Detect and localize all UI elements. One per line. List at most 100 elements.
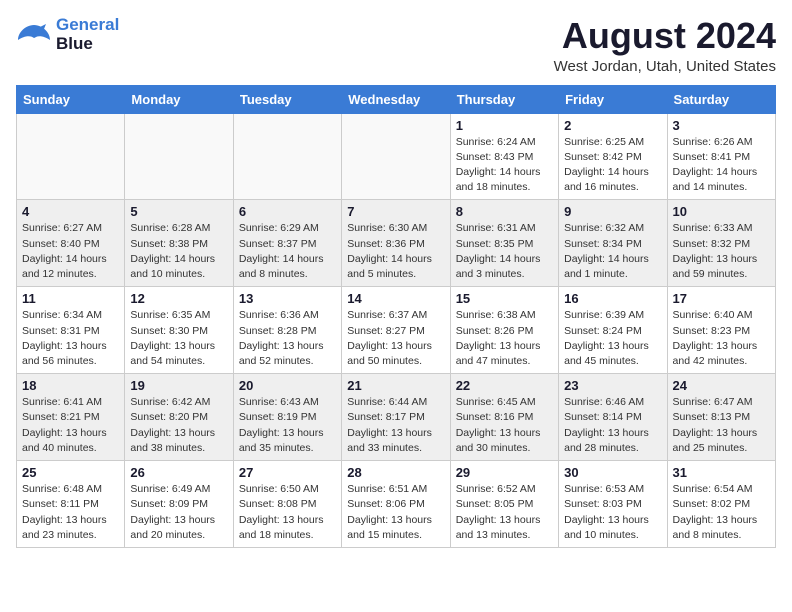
calendar-cell: 13Sunrise: 6:36 AMSunset: 8:28 PMDayligh… [233,287,341,374]
weekday-header-row: SundayMondayTuesdayWednesdayThursdayFrid… [17,85,776,113]
day-info: Sunrise: 6:26 AMSunset: 8:41 PMDaylight:… [673,135,770,196]
day-info: Sunrise: 6:33 AMSunset: 8:32 PMDaylight:… [673,221,770,282]
day-info: Sunrise: 6:24 AMSunset: 8:43 PMDaylight:… [456,135,553,196]
calendar-cell: 9 Sunrise: 6:32 AMSunset: 8:34 PMDaylight… [559,200,667,287]
day-info: Sunrise: 6:28 AMSunset: 8:38 PMDaylight:… [130,221,227,282]
day-info: Sunrise: 6:32 AMSunset: 8:34 PMDaylight:… [564,221,661,282]
calendar-cell: 23 Sunrise: 6:46 AMSunset: 8:14 PMDayligh… [559,374,667,461]
calendar-cell [233,113,341,200]
subtitle: West Jordan, Utah, United States [554,58,776,75]
day-number: 18 [22,378,119,393]
day-number: 7 [347,204,444,219]
calendar-cell: 25 Sunrise: 6:48 AMSunset: 8:11 PMDayligh… [17,461,125,548]
calendar-cell [342,113,450,200]
calendar: SundayMondayTuesdayWednesdayThursdayFrid… [16,85,776,548]
title-block: August 2024 West Jordan, Utah, United St… [554,16,776,75]
day-number: 12 [130,291,227,306]
calendar-week-row: 4Sunrise: 6:27 AMSunset: 8:40 PMDaylight… [17,200,776,287]
calendar-cell: 14Sunrise: 6:37 AMSunset: 8:27 PMDayligh… [342,287,450,374]
day-number: 15 [456,291,553,306]
day-number: 10 [673,204,770,219]
calendar-cell: 3 Sunrise: 6:26 AMSunset: 8:41 PMDaylight… [667,113,775,200]
calendar-cell: 6Sunrise: 6:29 AMSunset: 8:37 PMDaylight… [233,200,341,287]
day-info: Sunrise: 6:50 AMSunset: 8:08 PMDaylight:… [239,482,336,543]
day-number: 29 [456,465,553,480]
calendar-week-row: 25 Sunrise: 6:48 AMSunset: 8:11 PMDayligh… [17,461,776,548]
calendar-cell: 15 Sunrise: 6:38 AMSunset: 8:26 PMDayligh… [450,287,558,374]
day-info: Sunrise: 6:30 AMSunset: 8:36 PMDaylight:… [347,221,444,282]
day-number: 26 [130,465,227,480]
day-number: 6 [239,204,336,219]
calendar-cell: 17 Sunrise: 6:40 AMSunset: 8:23 PMDayligh… [667,287,775,374]
day-info: Sunrise: 6:43 AMSunset: 8:19 PMDaylight:… [239,395,336,456]
day-info: Sunrise: 6:31 AMSunset: 8:35 PMDaylight:… [456,221,553,282]
day-info: Sunrise: 6:25 AMSunset: 8:42 PMDaylight:… [564,135,661,196]
calendar-cell: 10 Sunrise: 6:33 AMSunset: 8:32 PMDayligh… [667,200,775,287]
calendar-week-row: 1 Sunrise: 6:24 AMSunset: 8:43 PMDaylight… [17,113,776,200]
day-info: Sunrise: 6:41 AMSunset: 8:21 PMDaylight:… [22,395,119,456]
day-number: 1 [456,118,553,133]
day-number: 22 [456,378,553,393]
day-number: 28 [347,465,444,480]
calendar-cell: 11Sunrise: 6:34 AMSunset: 8:31 PMDayligh… [17,287,125,374]
calendar-cell: 20 Sunrise: 6:43 AMSunset: 8:19 PMDayligh… [233,374,341,461]
day-number: 30 [564,465,661,480]
weekday-header: Thursday [450,85,558,113]
day-number: 2 [564,118,661,133]
calendar-cell: 12 Sunrise: 6:35 AMSunset: 8:30 PMDayligh… [125,287,233,374]
calendar-cell: 8Sunrise: 6:31 AMSunset: 8:35 PMDaylight… [450,200,558,287]
day-number: 19 [130,378,227,393]
weekday-header: Saturday [667,85,775,113]
calendar-week-row: 11Sunrise: 6:34 AMSunset: 8:31 PMDayligh… [17,287,776,374]
calendar-cell: 5 Sunrise: 6:28 AMSunset: 8:38 PMDaylight… [125,200,233,287]
calendar-cell: 29Sunrise: 6:52 AMSunset: 8:05 PMDayligh… [450,461,558,548]
calendar-cell: 1 Sunrise: 6:24 AMSunset: 8:43 PMDaylight… [450,113,558,200]
weekday-header: Friday [559,85,667,113]
calendar-cell: 30 Sunrise: 6:53 AMSunset: 8:03 PMDayligh… [559,461,667,548]
day-number: 17 [673,291,770,306]
day-info: Sunrise: 6:54 AMSunset: 8:02 PMDaylight:… [673,482,770,543]
day-info: Sunrise: 6:38 AMSunset: 8:26 PMDaylight:… [456,308,553,369]
day-info: Sunrise: 6:47 AMSunset: 8:13 PMDaylight:… [673,395,770,456]
calendar-cell: 7 Sunrise: 6:30 AMSunset: 8:36 PMDaylight… [342,200,450,287]
calendar-cell: 27 Sunrise: 6:50 AMSunset: 8:08 PMDayligh… [233,461,341,548]
calendar-cell: 28 Sunrise: 6:51 AMSunset: 8:06 PMDayligh… [342,461,450,548]
calendar-cell [17,113,125,200]
day-number: 3 [673,118,770,133]
day-info: Sunrise: 6:27 AMSunset: 8:40 PMDaylight:… [22,221,119,282]
day-number: 11 [22,291,119,306]
weekday-header: Monday [125,85,233,113]
day-info: Sunrise: 6:42 AMSunset: 8:20 PMDaylight:… [130,395,227,456]
weekday-header: Wednesday [342,85,450,113]
day-info: Sunrise: 6:35 AMSunset: 8:30 PMDaylight:… [130,308,227,369]
calendar-cell: 18 Sunrise: 6:41 AMSunset: 8:21 PMDayligh… [17,374,125,461]
day-info: Sunrise: 6:48 AMSunset: 8:11 PMDaylight:… [22,482,119,543]
logo-text: General Blue [56,16,119,53]
day-info: Sunrise: 6:36 AMSunset: 8:28 PMDaylight:… [239,308,336,369]
day-number: 27 [239,465,336,480]
day-info: Sunrise: 6:49 AMSunset: 8:09 PMDaylight:… [130,482,227,543]
day-number: 24 [673,378,770,393]
day-number: 9 [564,204,661,219]
day-number: 5 [130,204,227,219]
calendar-cell: 22Sunrise: 6:45 AMSunset: 8:16 PMDayligh… [450,374,558,461]
logo-icon [16,20,52,50]
calendar-cell: 26 Sunrise: 6:49 AMSunset: 8:09 PMDayligh… [125,461,233,548]
day-number: 23 [564,378,661,393]
day-number: 21 [347,378,444,393]
weekday-header: Tuesday [233,85,341,113]
page-header: General Blue August 2024 West Jordan, Ut… [16,16,776,75]
day-info: Sunrise: 6:40 AMSunset: 8:23 PMDaylight:… [673,308,770,369]
calendar-cell: 16Sunrise: 6:39 AMSunset: 8:24 PMDayligh… [559,287,667,374]
day-info: Sunrise: 6:39 AMSunset: 8:24 PMDaylight:… [564,308,661,369]
calendar-cell: 31 Sunrise: 6:54 AMSunset: 8:02 PMDayligh… [667,461,775,548]
day-number: 25 [22,465,119,480]
day-info: Sunrise: 6:51 AMSunset: 8:06 PMDaylight:… [347,482,444,543]
day-info: Sunrise: 6:53 AMSunset: 8:03 PMDaylight:… [564,482,661,543]
weekday-header: Sunday [17,85,125,113]
day-number: 20 [239,378,336,393]
day-info: Sunrise: 6:46 AMSunset: 8:14 PMDaylight:… [564,395,661,456]
day-info: Sunrise: 6:44 AMSunset: 8:17 PMDaylight:… [347,395,444,456]
day-number: 31 [673,465,770,480]
calendar-cell: 19 Sunrise: 6:42 AMSunset: 8:20 PMDayligh… [125,374,233,461]
